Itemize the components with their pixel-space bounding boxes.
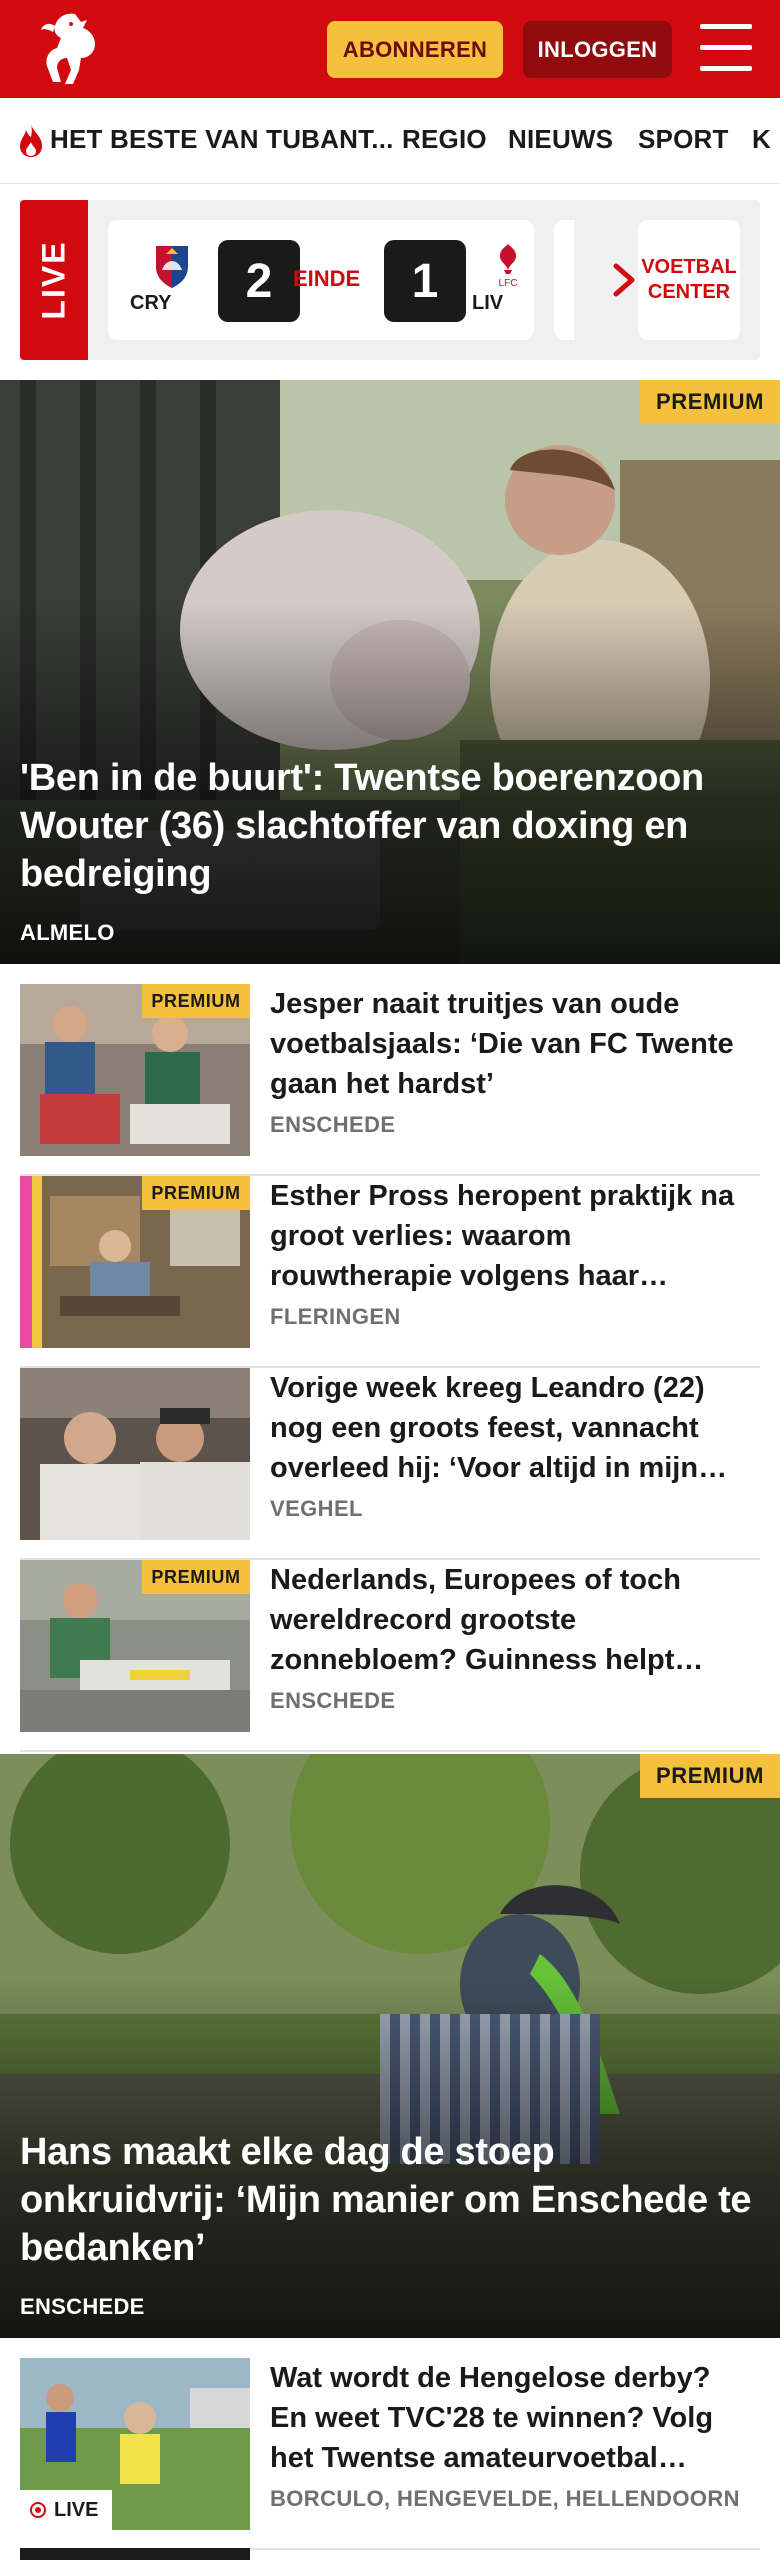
match-card[interactable]: CRY 2 EINDE 1 LFC LIV — [108, 220, 534, 340]
next-match-card[interactable] — [554, 220, 574, 340]
live-dot-icon — [30, 2502, 46, 2518]
premium-badge: PREMIUM — [640, 1754, 780, 1798]
crystal-palace-crest-icon — [156, 246, 188, 288]
article-location: VEGHEL — [270, 1496, 363, 1521]
nav-item-best-of[interactable]: HET BESTE VAN TUBANT... — [50, 124, 394, 155]
match-status: EINDE — [293, 266, 361, 291]
away-team-code: LIV — [472, 292, 504, 314]
hero-location: ALMELO — [20, 920, 115, 945]
premium-badge: PREMIUM — [142, 984, 250, 1018]
article-location: ENSCHEDE — [270, 1688, 396, 1713]
article-location: BORCULO, HENGEVELDE, HELLENDOORN — [270, 2486, 740, 2511]
article-thumbnail: PREMIUM — [20, 1560, 250, 1732]
subscribe-button[interactable]: ABONNEREN — [327, 21, 503, 78]
login-button[interactable]: INLOGGEN — [523, 21, 672, 78]
article-location: ENSCHEDE — [270, 1112, 396, 1137]
list-item[interactable]: Vorige week kreeg Leandro (22) nog een g… — [20, 1368, 760, 1560]
flame-icon — [20, 124, 42, 157]
article-thumbnail: LIVE — [20, 2358, 250, 2530]
premium-badge: PREMIUM — [640, 380, 780, 424]
article-title[interactable]: Nederlands, Europees of toch wereldrecor… — [270, 1560, 750, 1680]
tubantia-horse-logo[interactable] — [35, 8, 107, 88]
hero-headline[interactable]: 'Ben in de buurt': Twentse boerenzoon Wo… — [20, 754, 760, 898]
list-item[interactable]: LIVE Wat wordt de Hengelose derby? En we… — [20, 2358, 760, 2550]
list-item[interactable]: PREMIUM Esther Pross heropent praktijk n… — [20, 1176, 760, 1368]
hero-article-2[interactable]: PREMIUM Hans maakt elke dag de stoep onk… — [0, 1754, 780, 2338]
site-header: ABONNEREN INLOGGEN — [0, 0, 780, 98]
hero-article[interactable]: PREMIUM 'Ben in de buurt': Twentse boere… — [0, 380, 780, 964]
svg-text:LFC: LFC — [499, 278, 518, 289]
nav-item-sport[interactable]: SPORT — [638, 124, 729, 155]
article-title[interactable]: Jesper naait truitjes van oude voetbalsj… — [270, 984, 750, 1104]
nav-item-truncated[interactable]: K — [752, 124, 771, 155]
hero-location: ENSCHEDE — [20, 2294, 145, 2319]
home-team-code: CRY — [130, 292, 172, 314]
home-score: 2 — [218, 240, 300, 322]
premium-badge: PREMIUM — [142, 1176, 250, 1210]
section-nav: HET BESTE VAN TUBANT... REGIO NIEUWS SPO… — [0, 98, 780, 184]
article-title[interactable]: Vorige week kreeg Leandro (22) nog een g… — [270, 1368, 750, 1488]
voetbal-center-link[interactable]: VOETBAL CENTER — [638, 220, 740, 340]
premium-badge: PREMIUM — [142, 1560, 250, 1594]
nav-item-regio[interactable]: REGIO — [402, 124, 487, 155]
nav-item-nieuws[interactable]: NIEUWS — [508, 124, 613, 155]
next-item-peek — [20, 2548, 250, 2560]
away-score: 1 — [384, 240, 466, 322]
article-thumbnail: PREMIUM — [20, 1176, 250, 1348]
hamburger-menu-icon[interactable] — [700, 24, 752, 72]
live-chip: LIVE — [20, 2490, 112, 2530]
article-thumbnail: PREMIUM — [20, 984, 250, 1156]
live-scores-bar: LIVE CRY 2 EINDE 1 LFC LIV VOETBAL CENTER — [20, 200, 760, 360]
list-item[interactable]: PREMIUM Jesper naait truitjes van oude v… — [20, 984, 760, 1176]
liverpool-crest-icon: LFC — [499, 244, 518, 289]
hero-headline[interactable]: Hans maakt elke dag de stoep onkruidvrij… — [20, 2128, 760, 2272]
live-label: LIVE — [20, 200, 88, 360]
article-title[interactable]: Wat wordt de Hengelose derby? En weet TV… — [270, 2358, 750, 2478]
article-location: FLERINGEN — [270, 1304, 401, 1329]
article-title[interactable]: Esther Pross heropent praktijk na groot … — [270, 1176, 750, 1296]
article-thumbnail — [20, 1368, 250, 1540]
list-item[interactable]: PREMIUM Nederlands, Europees of toch wer… — [20, 1560, 760, 1752]
